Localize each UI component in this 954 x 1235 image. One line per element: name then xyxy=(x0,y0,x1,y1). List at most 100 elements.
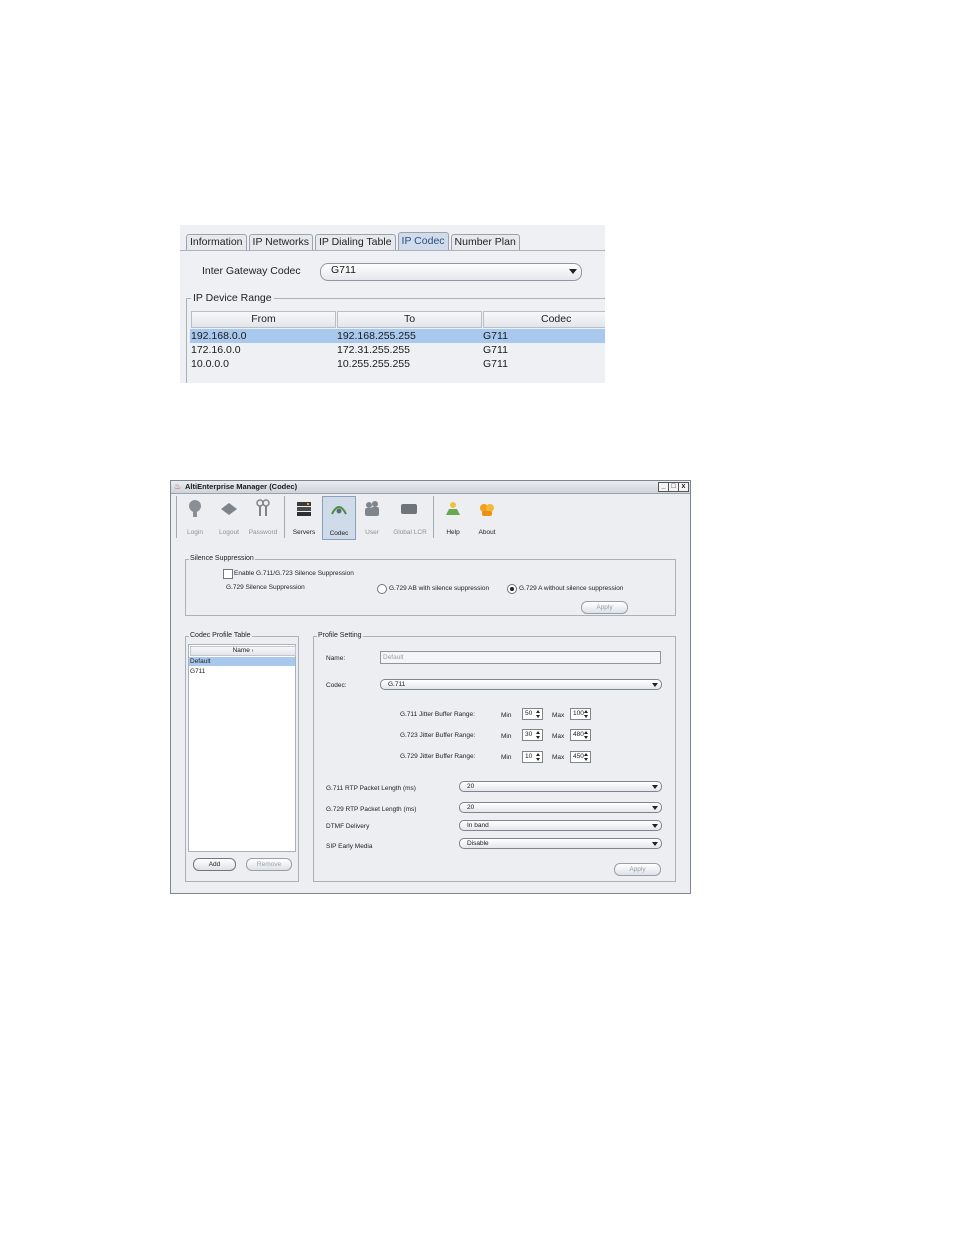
spinner-value: 10 xyxy=(525,753,533,760)
altienterprise-manager-window: ♨ AltiEnterprise Manager (Codec) _ □ x L… xyxy=(170,480,691,894)
sip-early-media-select[interactable]: Disable xyxy=(459,838,662,849)
toolbar-codec-button[interactable]: Codec xyxy=(322,496,356,540)
chevron-down-icon xyxy=(652,842,658,846)
g711-jitter-max-spinner[interactable]: 100 xyxy=(570,708,591,720)
g729-rtp-value: 20 xyxy=(467,804,475,811)
dtmf-delivery-select[interactable]: In band xyxy=(459,820,662,831)
row-codec: G711 xyxy=(483,330,508,342)
row-from: 172.16.0.0 xyxy=(191,344,241,356)
profile-name-field[interactable]: Default xyxy=(380,651,661,664)
profile-apply-button[interactable]: Apply xyxy=(614,863,661,876)
java-app-icon: ♨ xyxy=(174,482,182,491)
min-label: Min xyxy=(501,733,512,740)
toolbar-password-label: Password xyxy=(248,529,278,536)
column-header-codec[interactable]: Codec xyxy=(483,311,605,328)
codec-select[interactable]: G.711 xyxy=(380,679,662,690)
table-row[interactable]: 192.168.0.0 192.168.255.255 G711 xyxy=(190,329,605,343)
chevron-down-icon xyxy=(652,683,658,687)
list-item[interactable]: Default xyxy=(189,657,295,666)
g711-rtp-select[interactable]: 20 xyxy=(459,781,662,792)
spinner-arrows-icon[interactable] xyxy=(536,731,541,739)
row-to: 172.31.255.255 xyxy=(337,344,410,356)
codec-icon xyxy=(331,506,347,515)
inter-gateway-codec-select[interactable]: G711 xyxy=(320,263,582,281)
g711-rtp-label: G.711 RTP Packet Length (ms) xyxy=(326,785,416,792)
toolbar-servers-label: Servers xyxy=(292,529,316,536)
tab-ip-dialing-table[interactable]: IP Dialing Table xyxy=(314,234,396,250)
add-profile-button[interactable]: Add xyxy=(193,858,236,871)
login-icon xyxy=(189,500,201,517)
spinner-arrows-icon[interactable] xyxy=(584,753,589,761)
tab-ip-codec[interactable]: IP Codec xyxy=(397,232,449,250)
tab-number-plan[interactable]: Number Plan xyxy=(450,234,520,250)
g729-jitter-min-spinner[interactable]: 10 xyxy=(522,751,543,763)
toolbar-servers-button[interactable]: Servers xyxy=(288,496,320,538)
row-codec: G711 xyxy=(483,358,508,370)
list-item-label: Default xyxy=(190,658,211,665)
spinner-arrows-icon[interactable] xyxy=(536,753,541,761)
inter-gateway-codec-value: G711 xyxy=(331,264,356,276)
sip-early-media-label: SIP Early Media xyxy=(326,843,373,850)
close-button[interactable]: x xyxy=(678,482,689,492)
toolbar-global-lcr-label: Global LCR xyxy=(393,529,427,536)
column-header-from[interactable]: From xyxy=(191,311,336,328)
table-row[interactable]: 172.16.0.0 172.31.255.255 G711 xyxy=(190,343,605,357)
g729-rtp-select[interactable]: 20 xyxy=(459,802,662,813)
g729ab-label: G.729 AB with silence suppression xyxy=(389,585,490,592)
g729ab-radio[interactable] xyxy=(377,584,387,594)
g723-jitter-min-spinner[interactable]: 30 xyxy=(522,729,543,741)
g729-jitter-max-spinner[interactable]: 450 xyxy=(570,751,591,763)
toolbar-logout-button[interactable]: Logout xyxy=(213,496,245,538)
g729a-label: G.729 A without silence suppression xyxy=(519,585,624,592)
window-title: AltiEnterprise Manager (Codec) xyxy=(185,482,298,491)
g723-jitter-max-spinner[interactable]: 480 xyxy=(570,729,591,741)
column-header-name[interactable]: Name › xyxy=(190,646,296,656)
sort-arrow-icon: › xyxy=(251,648,254,654)
spinner-value: 50 xyxy=(525,710,533,717)
toolbar-codec-label: Codec xyxy=(329,530,349,537)
max-label: Max xyxy=(552,733,565,740)
min-label: Min xyxy=(501,712,512,719)
enable-silence-suppression-checkbox[interactable] xyxy=(223,569,233,579)
dtmf-delivery-value: In band xyxy=(467,822,489,829)
list-item[interactable]: G711 xyxy=(189,667,295,676)
dtmf-delivery-label: DTMF Delivery xyxy=(326,823,370,830)
global-lcr-icon xyxy=(401,504,417,514)
spinner-value: 450 xyxy=(573,753,584,760)
row-to: 10.255.255.255 xyxy=(337,358,410,370)
g723-jitter-label: G.723 Jitter Buffer Range: xyxy=(400,732,476,739)
toolbar-user-button[interactable]: User xyxy=(356,496,388,538)
spinner-arrows-icon[interactable] xyxy=(536,710,541,718)
toolbar-login-button[interactable]: Login xyxy=(179,496,211,538)
spinner-arrows-icon[interactable] xyxy=(584,710,589,718)
g711-jitter-min-spinner[interactable]: 50 xyxy=(522,708,543,720)
toolbar-help-label: Help xyxy=(446,529,460,536)
toolbar-grip xyxy=(176,496,177,538)
table-row[interactable]: 10.0.0.0 10.255.255.255 G711 xyxy=(190,357,605,371)
max-label: Max xyxy=(552,712,565,719)
silence-suppression-title: Silence Suppression xyxy=(189,555,255,563)
g729-jitter-label: G.729 Jitter Buffer Range: xyxy=(400,753,476,760)
max-label: Max xyxy=(552,754,565,761)
toolbar-about-label: About xyxy=(478,529,496,536)
tab-ip-networks[interactable]: IP Networks xyxy=(248,234,313,250)
column-header-to[interactable]: To xyxy=(337,311,482,328)
tab-information[interactable]: Information xyxy=(186,234,247,250)
users-icon xyxy=(365,501,379,516)
toolbar-about-button[interactable]: About xyxy=(471,496,503,538)
codec-profile-list[interactable]: Name › Default G711 xyxy=(188,644,296,852)
g729a-radio[interactable] xyxy=(507,584,517,594)
toolbar-global-lcr-button[interactable]: Global LCR xyxy=(390,496,430,538)
toolbar-help-button[interactable]: Help xyxy=(437,496,469,538)
g729-rtp-label: G.729 RTP Packet Length (ms) xyxy=(326,806,417,813)
enable-silence-suppression-label: Enable G.711/G.723 Silence Suppression xyxy=(234,570,354,577)
servers-icon xyxy=(297,502,311,516)
remove-profile-button[interactable]: Remove xyxy=(246,858,292,871)
spinner-value: 30 xyxy=(525,731,533,738)
toolbar-login-label: Login xyxy=(187,529,203,536)
tab-bar: Information IP Networks IP Dialing Table… xyxy=(186,232,522,251)
silence-apply-button[interactable]: Apply xyxy=(581,601,628,614)
spinner-value: 480 xyxy=(573,731,584,738)
toolbar-password-button[interactable]: Password xyxy=(247,496,279,538)
spinner-arrows-icon[interactable] xyxy=(584,731,589,739)
